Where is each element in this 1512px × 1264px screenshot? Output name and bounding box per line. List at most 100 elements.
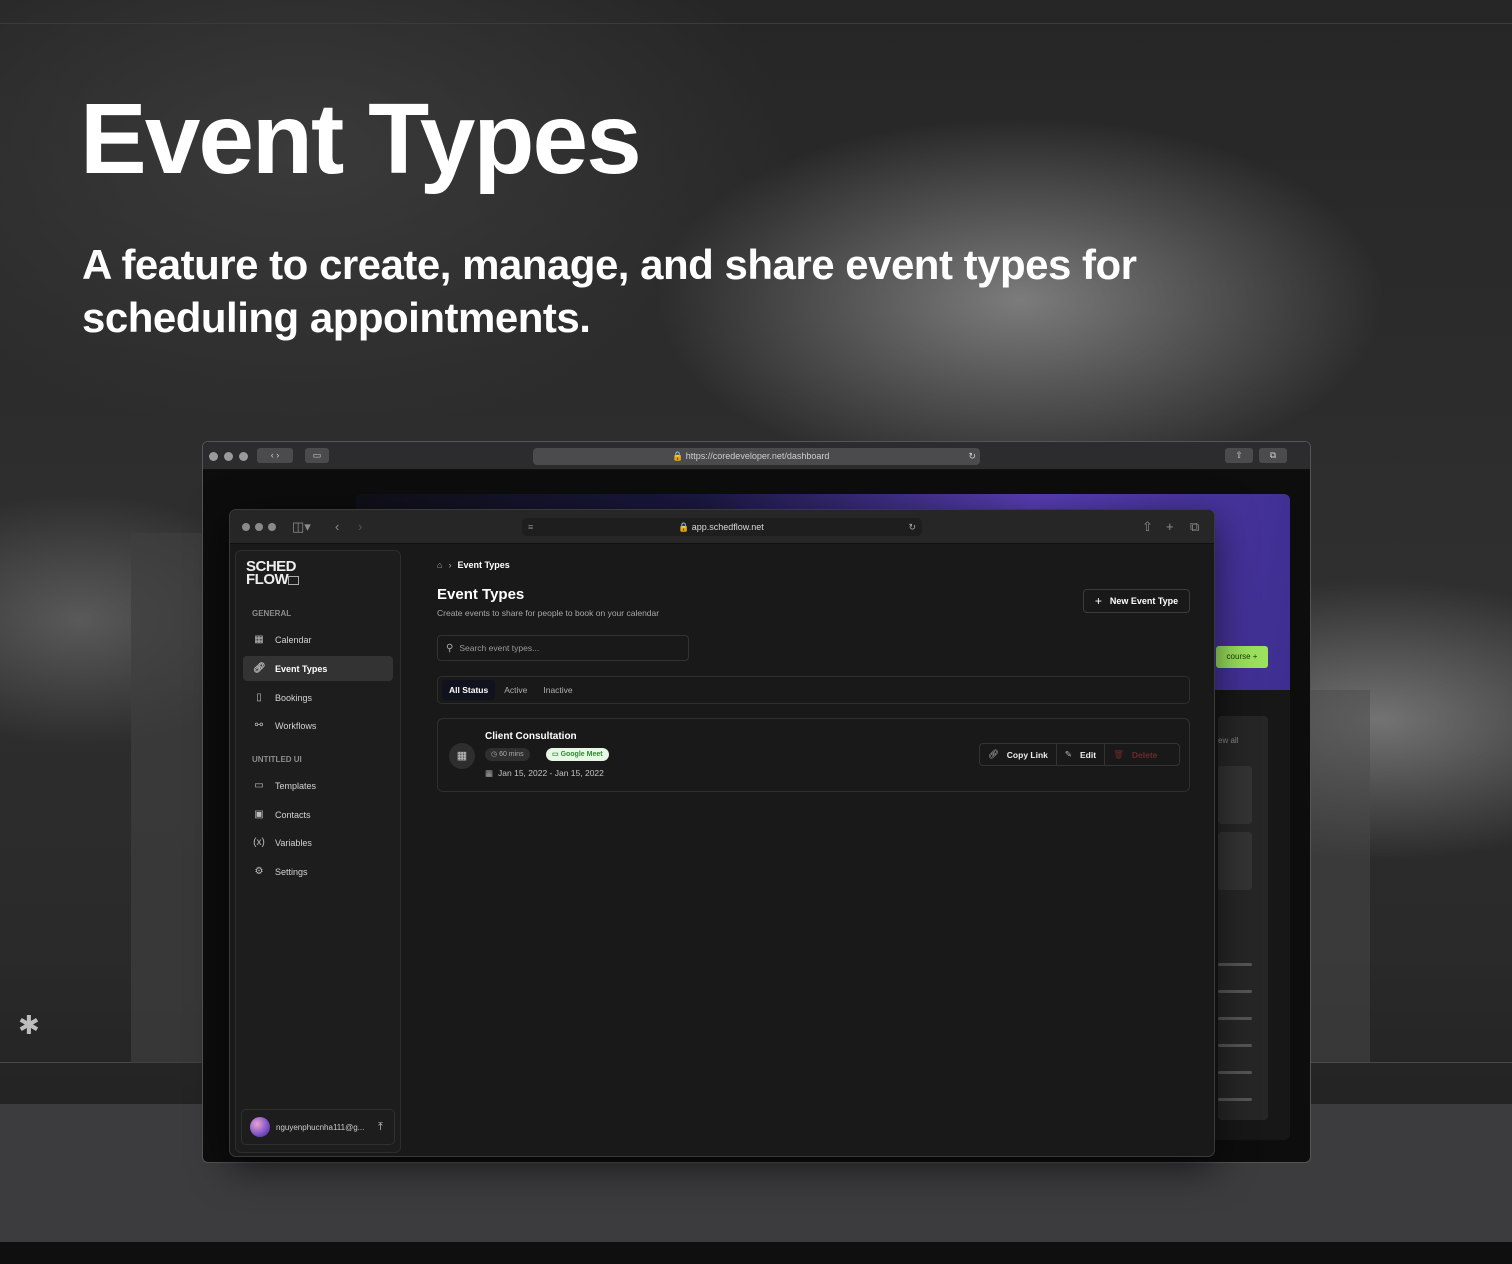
new-event-type-label: New Event Type [1109, 596, 1179, 606]
sidebar-item-label: Workflows [275, 720, 317, 731]
page-title: Event Types [437, 586, 525, 603]
logo-line-2: FLOW [246, 571, 289, 588]
calendar-icon: ▦ [449, 743, 475, 769]
search-icon: ⚲ [446, 642, 454, 654]
delete-label: Delete [1131, 749, 1158, 760]
sidebar-toggle-icon[interactable]: ◫▾ [292, 519, 311, 535]
back-side-panel: ew all [1218, 716, 1268, 1120]
sidebar-item-settings[interactable]: ⚙ Settings [243, 859, 393, 884]
app-window: ◫▾ ‹ › ≡ 🔒 app.schedflow.net ↻ ⇧ + ⧉ SCH… [229, 509, 1215, 1157]
sidebar-item-label: Bookings [275, 692, 313, 703]
sidebar-item-variables[interactable]: (x) Variables [243, 830, 393, 855]
forward-arrow-icon[interactable]: › [358, 519, 362, 534]
logo: SCHED FLOW [246, 559, 300, 588]
back-list-line [1218, 1017, 1252, 1020]
user-email: nguyenphucnha111@g... [276, 1122, 365, 1132]
event-actions: 🔗︎ Copy Link ✎ Edit 🗑︎ Delete [979, 743, 1180, 766]
back-stat-card [1218, 832, 1252, 890]
top-divider [0, 23, 1512, 24]
address-bar[interactable]: ≡ 🔒 app.schedflow.net ↻ [522, 518, 922, 536]
sidebar-item-label: Settings [275, 866, 308, 877]
window-minimize-dot[interactable] [224, 452, 233, 461]
group-label-general: GENERAL [252, 609, 292, 618]
window-close-dot[interactable] [209, 452, 218, 461]
chevron-right-icon: › [448, 560, 452, 570]
book-icon: ▯ [256, 692, 262, 703]
window-minimize-dot[interactable] [255, 523, 263, 531]
calendar-small-icon: ▦ [485, 768, 494, 778]
copy-link-button[interactable]: 🔗︎ Copy Link [980, 744, 1057, 765]
tab-all-status[interactable]: All Status [442, 680, 496, 700]
view-all-link[interactable]: ew all [1218, 736, 1238, 745]
gear-icon: ⚙ [254, 866, 264, 877]
breadcrumb-current: Event Types [457, 560, 510, 570]
sidebar-item-workflows[interactable]: ⚯ Workflows [243, 713, 393, 738]
sidebar-item-bookings[interactable]: ▯ Bookings [243, 685, 393, 710]
group-label-untitled-ui: UNTITLED UI [252, 755, 302, 764]
link-icon: 🔗︎ [253, 663, 266, 674]
sidebar-item-contacts[interactable]: ▣ Contacts [243, 802, 393, 827]
course-button[interactable]: course + [1216, 646, 1268, 668]
variable-icon: (x) [253, 837, 265, 848]
new-tab-icon[interactable]: + [1166, 519, 1174, 534]
tab-inactive[interactable]: Inactive [536, 680, 579, 700]
event-dates-text: Jan 15, 2022 - Jan 15, 2022 [498, 768, 604, 778]
new-event-type-button[interactable]: + New Event Type [1083, 589, 1190, 613]
breadcrumb: ⌂ › Event Types [437, 560, 516, 570]
reload-icon[interactable]: ↻ [908, 518, 916, 536]
calendar-icon: ▦ [254, 634, 264, 645]
event-name: Client Consultation [485, 731, 577, 742]
tabs-icon[interactable]: ⧉ [1259, 448, 1287, 463]
tabs-overview-icon[interactable]: ⧉ [1190, 519, 1199, 535]
back-stat-card [1218, 766, 1252, 824]
folder-icon: ▭ [254, 780, 264, 791]
event-card[interactable]: ▦ Client Consultation ◷ 60 mins ▭ Google… [437, 718, 1190, 792]
contacts-icon: ▣ [254, 809, 264, 820]
back-url-text: https://coredeveloper.net/dashboard [685, 451, 830, 461]
plus-icon: + [1094, 594, 1102, 608]
reader-icon[interactable]: ≡ [528, 518, 533, 536]
user-card[interactable]: nguyenphucnha111@g... ⤒ [241, 1109, 395, 1145]
sidebar-item-calendar[interactable]: ▦ Calendar [243, 627, 393, 652]
window-maximize-dot[interactable] [268, 523, 276, 531]
back-list-line [1218, 963, 1252, 966]
share-icon[interactable]: ⇧ [1225, 448, 1253, 463]
bottom-bar [0, 1242, 1512, 1264]
upload-icon[interactable]: ⤒ [378, 1121, 383, 1134]
sidebar: SCHED FLOW GENERAL ▦ Calendar 🔗︎ Event T… [235, 550, 401, 1153]
sidebar-item-label: Variables [275, 837, 312, 848]
sidebar-toggle-icon[interactable]: ▭ [305, 448, 329, 463]
edit-button[interactable]: ✎ Edit [1057, 744, 1106, 765]
back-browser-toolbar: ‹ › ▭ 🔒 https://coredeveloper.net/dashbo… [203, 442, 1310, 470]
back-list-line [1218, 1098, 1252, 1101]
home-icon[interactable]: ⌂ [437, 560, 442, 570]
back-list-line [1218, 1071, 1252, 1074]
delete-button[interactable]: 🗑︎ Delete [1105, 744, 1165, 765]
back-arrow-icon[interactable]: ‹ [335, 519, 339, 534]
location-text: Google Meet [560, 751, 603, 758]
sidebar-item-templates[interactable]: ▭ Templates [243, 773, 393, 798]
logo-calendar-icon [288, 575, 300, 585]
background-panel-left [131, 533, 203, 1063]
sidebar-item-label: Templates [275, 780, 317, 791]
pencil-icon: ✎ [1064, 749, 1073, 759]
back-list-line [1218, 1044, 1252, 1047]
share-icon[interactable]: ⇧ [1142, 519, 1153, 535]
sidebar-item-event-types[interactable]: 🔗︎ Event Types [243, 656, 393, 681]
search-input[interactable] [459, 643, 680, 653]
trash-icon: 🗑︎ [1113, 749, 1124, 759]
duration-text: 60 mins [499, 751, 524, 758]
copy-link-label: Copy Link [1006, 749, 1048, 760]
status-tabs: All Status Active Inactive [437, 676, 1190, 704]
location-badge: ▭ Google Meet [546, 748, 609, 761]
search-field[interactable]: ⚲ [437, 635, 689, 661]
back-forward-icon[interactable]: ‹ › [257, 448, 293, 463]
window-close-dot[interactable] [242, 523, 250, 531]
edit-label: Edit [1080, 749, 1097, 760]
tab-active[interactable]: Active [497, 680, 534, 700]
back-address-bar[interactable]: 🔒 https://coredeveloper.net/dashboard ↻ [533, 448, 980, 465]
background-panel-right [1310, 690, 1370, 1062]
event-dates: ▦ Jan 15, 2022 - Jan 15, 2022 [485, 768, 604, 779]
window-maximize-dot[interactable] [239, 452, 248, 461]
page-description: Create events to share for people to boo… [437, 608, 660, 618]
